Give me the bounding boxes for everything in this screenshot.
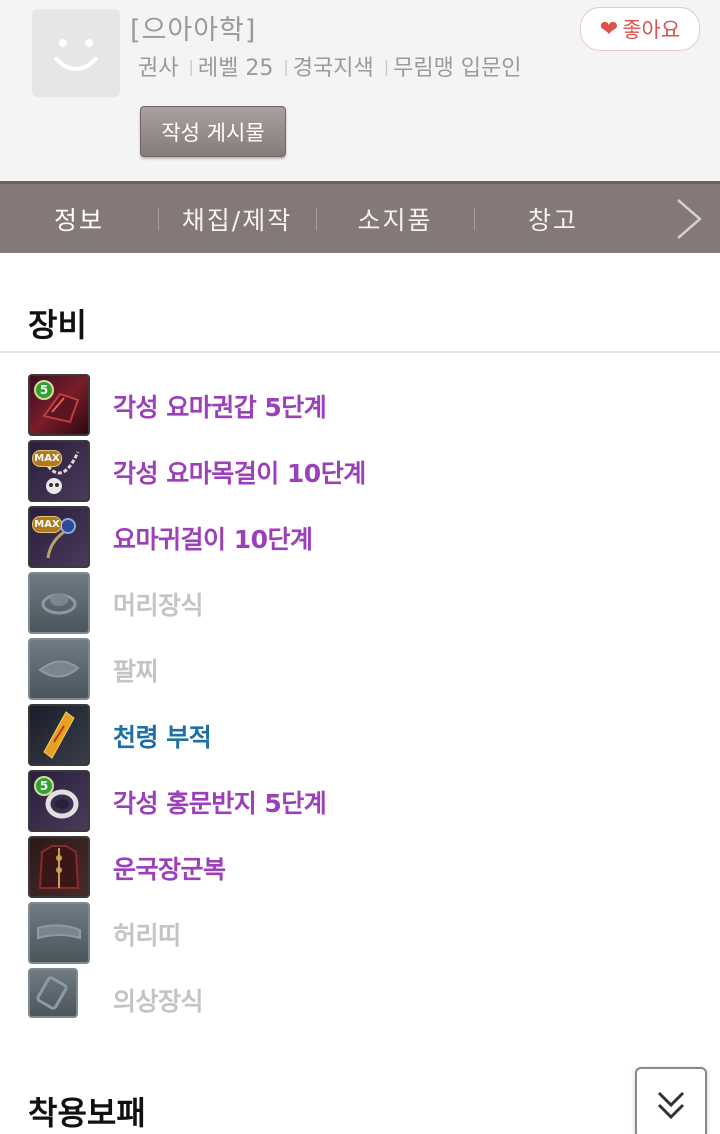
equipment-name: 천령 부적 [113, 723, 212, 752]
equipment-row-earring[interactable]: MAX 요마귀걸이 10단계 [0, 504, 720, 570]
like-label: 좋아요 [622, 18, 681, 42]
tab-info[interactable]: 정보 [0, 184, 158, 253]
smiley-avatar-icon [54, 39, 98, 71]
scroll-down-button[interactable] [635, 1067, 707, 1134]
chevron-right-icon[interactable] [674, 198, 704, 240]
faction-label: 무림맹 입문인 [393, 56, 522, 81]
costume-placeholder-icon [28, 968, 78, 1018]
ring-icon: 5 [28, 770, 90, 832]
character-name: [으아아학] [130, 15, 257, 46]
equipment-row-belt[interactable]: 허리띠 [0, 900, 720, 966]
equipment-name: 허리띠 [113, 921, 181, 950]
tab-warehouse[interactable]: 창고 [474, 184, 632, 253]
earring-icon: MAX [28, 506, 90, 568]
profile-header: [으아아학] 권사 | 레벨 25 | 경국지색 | 무림맹 입문인 ❤ 좋아요… [0, 0, 720, 181]
equipment-title: 장비 [28, 306, 87, 344]
equipment-name: 각성 요마목걸이 10단계 [113, 459, 366, 488]
equipment-list: 5 각성 요마권갑 5단계 MAX 각성 요마목걸이 10단계 MAX 요마귀걸… [0, 372, 720, 1032]
necklace-icon: MAX [28, 440, 90, 502]
equipment-name: 운국장군복 [113, 855, 226, 884]
equipment-row-costume[interactable]: 의상장식 [0, 966, 720, 1032]
tab-separator [474, 208, 475, 230]
equipment-name: 각성 홍문반지 5단계 [113, 789, 327, 818]
tab-gathering-crafting[interactable]: 채집/제작 [158, 184, 316, 253]
section-divider [0, 351, 720, 353]
info-separator: | [283, 56, 289, 76]
equipment-row-ring[interactable]: 5 각성 홍문반지 5단계 [0, 768, 720, 834]
level-label: 레벨 25 [197, 56, 274, 81]
armor-icon [28, 836, 90, 898]
equipment-row-head[interactable]: 머리장식 [0, 570, 720, 636]
equipment-row-gauntlet[interactable]: 5 각성 요마권갑 5단계 [0, 372, 720, 438]
avatar [32, 9, 120, 97]
posts-button[interactable]: 작성 게시물 [140, 106, 286, 157]
equipment-name: 각성 요마권갑 5단계 [113, 393, 327, 422]
tab-label: 소지품 [357, 205, 433, 235]
equipment-name: 요마귀걸이 10단계 [113, 525, 313, 554]
bracelet-placeholder-icon [28, 638, 90, 700]
double-chevron-down-icon [657, 1091, 685, 1120]
tab-inventory[interactable]: 소지품 [316, 184, 474, 253]
info-separator: | [383, 56, 390, 76]
equipment-row-armor[interactable]: 운국장군복 [0, 834, 720, 900]
equipment-row-bracelet[interactable]: 팔찌 [0, 636, 720, 702]
soul-shield-title: 착용보패 [28, 1094, 146, 1132]
equipment-name: 머리장식 [113, 591, 204, 620]
class-label: 권사 [138, 56, 179, 81]
tab-bar: 정보 채집/제작 소지품 창고 [0, 181, 720, 253]
tab-separator [158, 208, 159, 230]
equipment-name: 의상장식 [113, 987, 204, 1016]
hat-placeholder-icon [28, 572, 90, 634]
tab-label: 창고 [527, 205, 578, 235]
equipment-row-talisman[interactable]: 천령 부적 [0, 702, 720, 768]
grade-badge: 5 [34, 776, 54, 796]
belt-placeholder-icon [28, 902, 90, 964]
heart-icon: ❤ [599, 16, 619, 42]
equipment-row-necklace[interactable]: MAX 각성 요마목걸이 10단계 [0, 438, 720, 504]
talisman-icon [28, 704, 90, 766]
grade-badge: MAX [32, 450, 62, 467]
tab-separator [316, 208, 317, 230]
server-label: 경국지색 [292, 56, 374, 81]
grade-badge: MAX [32, 516, 62, 533]
tab-label: 정보 [53, 205, 104, 235]
grade-badge: 5 [34, 380, 54, 400]
gauntlet-icon: 5 [28, 374, 90, 436]
tab-label: 채집/제작 [181, 205, 293, 235]
like-button[interactable]: ❤ 좋아요 [580, 7, 700, 51]
equipment-name: 팔찌 [113, 657, 159, 686]
character-info: 권사 | 레벨 25 | 경국지색 | 무림맹 입문인 [138, 50, 522, 82]
info-separator: | [188, 56, 194, 76]
